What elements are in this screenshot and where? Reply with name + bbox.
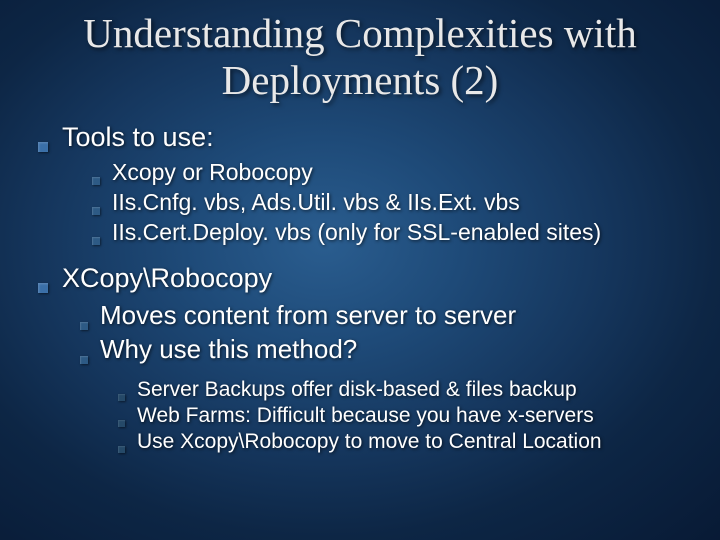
bullet-icon xyxy=(118,420,125,427)
item-text: Moves content from server to server xyxy=(100,300,516,331)
list-item: Use Xcopy\Robocopy to move to Central Lo… xyxy=(118,430,690,454)
heading-text: Tools to use: xyxy=(62,122,214,153)
item-text: Use Xcopy\Robocopy to move to Central Lo… xyxy=(137,430,602,454)
bullet-icon xyxy=(92,207,100,215)
list-item: Web Farms: Difficult because you have x-… xyxy=(118,404,690,428)
bullet-icon xyxy=(118,446,125,453)
section-heading: Tools to use: xyxy=(38,122,690,153)
slide-title: Understanding Complexities with Deployme… xyxy=(30,10,690,104)
list-item: Xcopy or Robocopy xyxy=(92,159,690,186)
bullet-icon xyxy=(118,394,125,401)
bullet-icon xyxy=(80,356,88,364)
item-text: IIs.Cert.Deploy. vbs (only for SSL-enabl… xyxy=(112,219,601,246)
item-text: IIs.Cnfg. vbs, Ads.Util. vbs & IIs.Ext. … xyxy=(112,189,520,216)
list-item: Moves content from server to server xyxy=(80,300,690,331)
list-item: Why use this method? xyxy=(80,334,690,365)
item-text: Why use this method? xyxy=(100,334,357,365)
item-text: Web Farms: Difficult because you have x-… xyxy=(137,404,594,428)
bullet-icon xyxy=(92,177,100,185)
bullet-icon xyxy=(80,322,88,330)
list-item: IIs.Cnfg. vbs, Ads.Util. vbs & IIs.Ext. … xyxy=(92,189,690,216)
list-item: Server Backups offer disk-based & files … xyxy=(118,378,690,402)
heading-text: XCopy\Robocopy xyxy=(62,263,272,294)
item-text: Xcopy or Robocopy xyxy=(112,159,313,186)
bullet-icon xyxy=(38,283,48,293)
list-item: IIs.Cert.Deploy. vbs (only for SSL-enabl… xyxy=(92,219,690,246)
bullet-icon xyxy=(38,142,48,152)
item-text: Server Backups offer disk-based & files … xyxy=(137,378,577,402)
section-heading: XCopy\Robocopy xyxy=(38,263,690,294)
slide-container: Understanding Complexities with Deployme… xyxy=(0,0,720,540)
bullet-icon xyxy=(92,237,100,245)
